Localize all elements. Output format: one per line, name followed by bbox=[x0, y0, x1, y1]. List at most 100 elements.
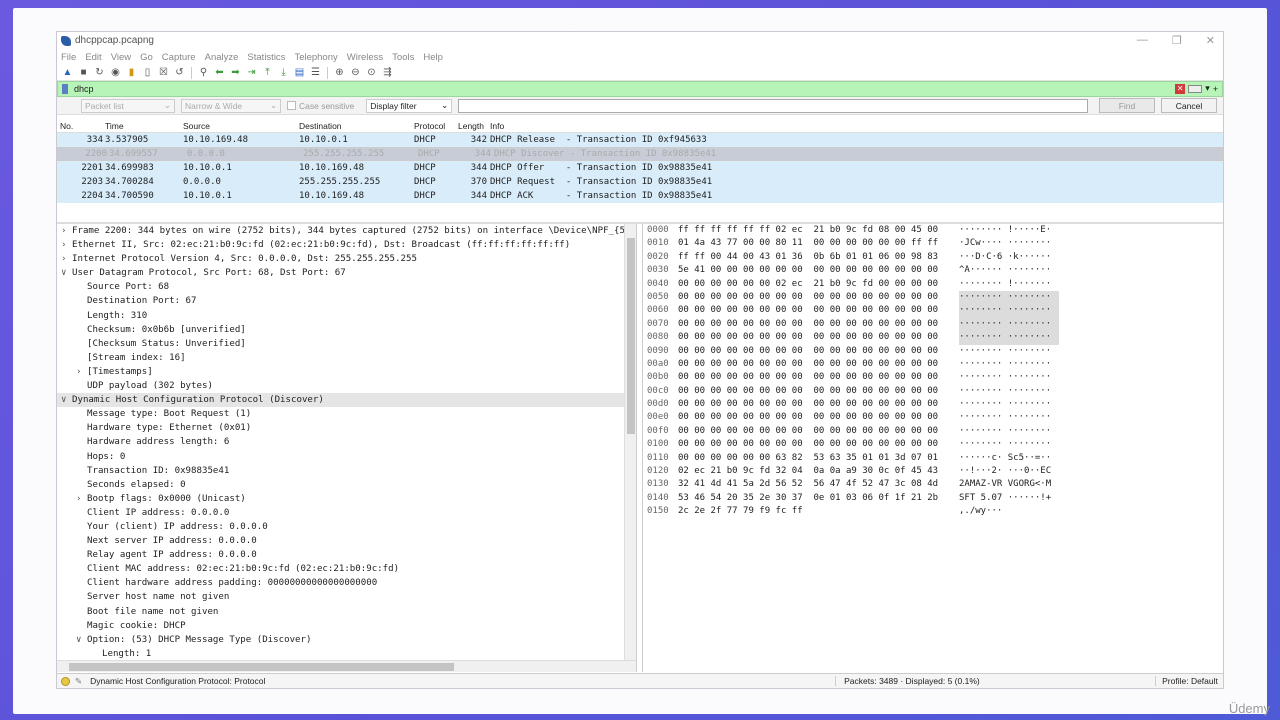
display-filter-bar[interactable]: dhcp ✕ ▾ + bbox=[57, 81, 1223, 97]
reload-file-icon[interactable]: ↺ bbox=[173, 66, 186, 79]
detail-line[interactable]: [Stream index: 16] bbox=[57, 351, 636, 365]
resize-columns-icon[interactable]: ⇶ bbox=[381, 66, 394, 79]
find-packet-icon[interactable]: ⚲ bbox=[197, 66, 210, 79]
menu-view[interactable]: View bbox=[111, 52, 131, 63]
detail-line[interactable]: › Internet Protocol Version 4, Src: 0.0.0… bbox=[57, 252, 636, 266]
detail-line[interactable]: › [Timestamps] bbox=[57, 365, 636, 379]
hex-row[interactable]: 0110 00 00 00 00 00 00 63 82 53 63 35 01 … bbox=[643, 452, 1222, 465]
capture-options-icon[interactable]: ◉ bbox=[109, 66, 122, 79]
expanded-arrow-icon[interactable]: ∨ bbox=[61, 266, 72, 280]
detail-line[interactable]: Message type: Boot Request (1) bbox=[57, 407, 636, 421]
last-packet-icon[interactable]: ⤓ bbox=[277, 66, 290, 79]
menu-statistics[interactable]: Statistics bbox=[247, 52, 285, 63]
hex-row[interactable]: 0130 32 41 4d 41 5a 2d 56 52 56 47 4f 52 … bbox=[643, 478, 1222, 491]
detail-line[interactable]: › Ethernet II, Src: 02:ec:21:b0:9c:fd (02… bbox=[57, 238, 636, 252]
hex-row[interactable]: 0050 00 00 00 00 00 00 00 00 00 00 00 00 … bbox=[643, 290, 1222, 305]
hex-row[interactable]: 0060 00 00 00 00 00 00 00 00 00 00 00 00 … bbox=[643, 304, 1222, 318]
detail-line[interactable]: Length: 1 bbox=[57, 647, 636, 661]
zoom-normal-icon[interactable]: ⊙ bbox=[365, 66, 378, 79]
collapsed-arrow-icon[interactable]: › bbox=[61, 252, 72, 266]
shark-fin-start-icon[interactable]: ▲ bbox=[61, 66, 74, 79]
detail-line[interactable]: › Frame 2200: 344 bytes on wire (2752 bit… bbox=[57, 224, 636, 238]
colorize-icon[interactable]: ☰ bbox=[309, 66, 322, 79]
hex-row[interactable]: 0100 00 00 00 00 00 00 00 00 00 00 00 00 … bbox=[643, 438, 1222, 451]
column-header-info[interactable]: Info bbox=[490, 121, 1223, 131]
apply-filter-icon[interactable] bbox=[1188, 84, 1203, 93]
collapsed-arrow-icon[interactable]: › bbox=[76, 365, 87, 379]
detail-line[interactable]: Destination Port: 67 bbox=[57, 294, 636, 308]
detail-line[interactable]: Hops: 0 bbox=[57, 450, 636, 464]
detail-line[interactable]: ∨ Option: (53) DHCP Message Type (Discove… bbox=[57, 633, 636, 647]
detail-line[interactable]: Length: 310 bbox=[57, 309, 636, 323]
hex-row[interactable]: 0140 53 46 54 20 35 2e 30 37 0e 01 03 06 … bbox=[643, 492, 1222, 505]
hex-row[interactable]: 0070 00 00 00 00 00 00 00 00 00 00 00 00 … bbox=[643, 317, 1222, 332]
scrollbar-thumb[interactable] bbox=[69, 663, 454, 671]
restart-capture-icon[interactable]: ↻ bbox=[93, 66, 106, 79]
save-file-icon[interactable]: ▯ bbox=[141, 66, 154, 79]
hex-row[interactable]: 0080 00 00 00 00 00 00 00 00 00 00 00 00 … bbox=[643, 331, 1222, 345]
zoom-out-icon[interactable]: ⊖ bbox=[349, 66, 362, 79]
detail-line[interactable]: › Bootp flags: 0x0000 (Unicast) bbox=[57, 492, 636, 506]
detail-line[interactable]: Your (client) IP address: 0.0.0.0 bbox=[57, 520, 636, 534]
column-header-no[interactable]: No. bbox=[57, 121, 105, 131]
case-sensitive-checkbox[interactable]: Case sensitive bbox=[287, 101, 354, 111]
zoom-in-icon[interactable]: ⊕ bbox=[333, 66, 346, 79]
minimize-icon[interactable]: — bbox=[1137, 34, 1148, 47]
detail-line[interactable]: Client IP address: 0.0.0.0 bbox=[57, 506, 636, 520]
column-header-protocol[interactable]: Protocol bbox=[414, 121, 458, 131]
find-input[interactable] bbox=[458, 98, 1088, 113]
menu-edit[interactable]: Edit bbox=[85, 52, 101, 63]
detail-line[interactable]: Client MAC address: 02:ec:21:b0:9c:fd (0… bbox=[57, 562, 636, 576]
clear-filter-icon[interactable]: ✕ bbox=[1175, 83, 1186, 94]
details-vertical-scrollbar[interactable] bbox=[624, 224, 636, 660]
packet-row[interactable]: 2204 34.700590 10.10.0.1 10.10.169.48 DHCP 34… bbox=[57, 189, 1223, 203]
maximize-icon[interactable]: ❐ bbox=[1172, 34, 1182, 47]
details-horizontal-scrollbar[interactable] bbox=[57, 660, 636, 672]
expanded-arrow-icon[interactable]: ∨ bbox=[61, 393, 72, 407]
detail-line[interactable]: Next server IP address: 0.0.0.0 bbox=[57, 534, 636, 548]
stop-capture-icon[interactable]: ■ bbox=[77, 66, 90, 79]
find-button[interactable]: Find bbox=[1099, 98, 1155, 113]
column-header-length[interactable]: Length bbox=[458, 121, 490, 131]
detail-line[interactable]: Relay agent IP address: 0.0.0.0 bbox=[57, 548, 636, 562]
profile-indicator[interactable]: Profile: Default bbox=[1155, 676, 1218, 686]
menu-tools[interactable]: Tools bbox=[392, 52, 414, 63]
search-type-select[interactable]: Display filter ⌄ bbox=[366, 98, 453, 113]
expert-info-icon[interactable] bbox=[61, 676, 70, 686]
scrollbar-thumb[interactable] bbox=[627, 238, 635, 434]
hex-row[interactable]: 00f0 00 00 00 00 00 00 00 00 00 00 00 00 … bbox=[643, 425, 1222, 438]
menu-telephony[interactable]: Telephony bbox=[294, 52, 337, 63]
menu-file[interactable]: File bbox=[61, 52, 76, 63]
collapsed-arrow-icon[interactable]: › bbox=[61, 224, 72, 238]
packet-row[interactable]: 334 3.537905 10.10.169.48 10.10.0.1 DHCP 342 D… bbox=[57, 133, 1223, 147]
charset-select[interactable]: Narrow & Wide ⌄ bbox=[181, 98, 281, 113]
detail-line[interactable]: Transaction ID: 0x98835e41 bbox=[57, 464, 636, 478]
menu-wireless[interactable]: Wireless bbox=[347, 52, 383, 63]
close-file-icon[interactable]: ☒ bbox=[157, 66, 170, 79]
packet-row[interactable]: 2201 34.699983 10.10.0.1 10.10.169.48 DHCP 34… bbox=[57, 161, 1223, 175]
recent-filters-icon[interactable]: ▾ bbox=[1205, 83, 1210, 94]
hex-row[interactable]: 00e0 00 00 00 00 00 00 00 00 00 00 00 00 … bbox=[643, 411, 1222, 424]
hex-row[interactable]: 0020 ff ff 00 44 00 43 01 36 0b 6b 01 01 … bbox=[643, 251, 1222, 264]
packet-row[interactable]: 2200 34.699557 0.0.0.0 255.255.255.255 DHCP 3… bbox=[57, 147, 1223, 161]
detail-line[interactable]: Server host name not given bbox=[57, 590, 636, 604]
detail-line[interactable]: Checksum: 0x0b6b [unverified] bbox=[57, 323, 636, 337]
hex-row[interactable]: 0090 00 00 00 00 00 00 00 00 00 00 00 00 … bbox=[643, 345, 1222, 358]
column-header-source[interactable]: Source bbox=[183, 121, 299, 131]
detail-line[interactable]: Hardware type: Ethernet (0x01) bbox=[57, 421, 636, 435]
detail-line[interactable]: ∨ Dynamic Host Configuration Protocol (Di… bbox=[57, 393, 636, 408]
collapsed-arrow-icon[interactable]: › bbox=[61, 238, 72, 252]
hex-row[interactable]: 0040 00 00 00 00 00 00 02 ec 21 b0 9c fd … bbox=[643, 278, 1222, 291]
autoscroll-icon[interactable]: ▤ bbox=[293, 66, 306, 79]
column-header-destination[interactable]: Destination bbox=[299, 121, 414, 131]
detail-line[interactable]: [Checksum Status: Unverified] bbox=[57, 337, 636, 351]
detail-line[interactable]: ∨ User Datagram Protocol, Src Port: 68, D… bbox=[57, 266, 636, 280]
column-header-time[interactable]: Time bbox=[105, 121, 183, 131]
search-in-select[interactable]: Packet list ⌄ bbox=[81, 98, 175, 113]
add-filter-button-icon[interactable]: + bbox=[1213, 84, 1218, 94]
go-forward-icon[interactable]: ➡ bbox=[229, 66, 242, 79]
hex-row[interactable]: 00a0 00 00 00 00 00 00 00 00 00 00 00 00 … bbox=[643, 358, 1222, 371]
menu-analyze[interactable]: Analyze bbox=[205, 52, 239, 63]
edit-comment-icon[interactable]: ✎ bbox=[75, 676, 82, 687]
menu-capture[interactable]: Capture bbox=[162, 52, 196, 63]
